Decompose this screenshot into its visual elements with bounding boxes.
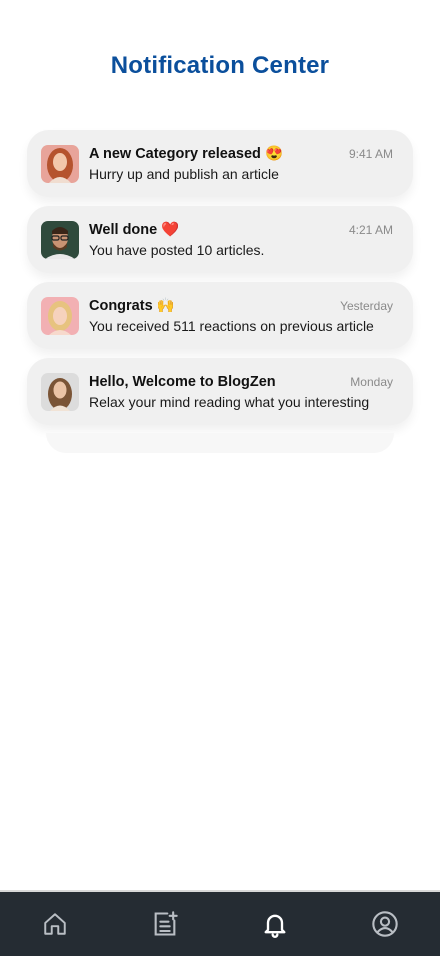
bell-icon — [264, 914, 286, 938]
notification-body: You received 511 reactions on previous a… — [89, 318, 374, 334]
notification-body: Relax your mind reading what you interes… — [89, 394, 370, 410]
notification-body: Hurry up and publish an article — [89, 166, 279, 182]
notification-item[interactable]: Congrats 🙌 Yesterday You received 511 re… — [27, 282, 413, 349]
new-article-icon — [154, 911, 178, 936]
notification-item[interactable]: Hello, Welcome to BlogZen Monday Relax y… — [27, 358, 413, 425]
avatar — [41, 145, 79, 183]
notification-time: Monday — [350, 375, 393, 389]
notification-title: Well done ❤️ — [89, 222, 180, 238]
notification-time: 4:21 AM — [348, 223, 393, 237]
bottom-nav — [0, 890, 440, 956]
notification-title: A new Category released 😍 — [89, 146, 284, 162]
avatar — [41, 297, 79, 335]
home-icon — [44, 913, 66, 935]
notification-item[interactable]: Well done ❤️ 4:21 AM You have posted 10 … — [27, 206, 413, 273]
nav-profile[interactable] — [365, 904, 405, 944]
avatar — [41, 373, 79, 411]
notification-body: You have posted 10 articles. — [89, 242, 265, 258]
nav-new-article[interactable] — [145, 904, 185, 944]
nav-home[interactable] — [35, 904, 75, 944]
page-title: Notification Center — [110, 52, 330, 79]
profile-icon — [372, 911, 398, 937]
notification-title: Congrats 🙌 — [89, 298, 175, 314]
nav-notifications[interactable] — [255, 904, 295, 944]
notification-item[interactable]: A new Category released 😍 9:41 AM Hurry … — [27, 130, 413, 197]
notification-title: Hello, Welcome to BlogZen — [89, 374, 276, 390]
notification-time: 9:41 AM — [348, 147, 393, 161]
notification-time: Yesterday — [340, 299, 393, 313]
stacked-notification-shadow — [46, 433, 394, 453]
notification-list: A new Category released 😍 9:41 AM Hurry … — [27, 130, 413, 434]
avatar — [41, 221, 79, 259]
